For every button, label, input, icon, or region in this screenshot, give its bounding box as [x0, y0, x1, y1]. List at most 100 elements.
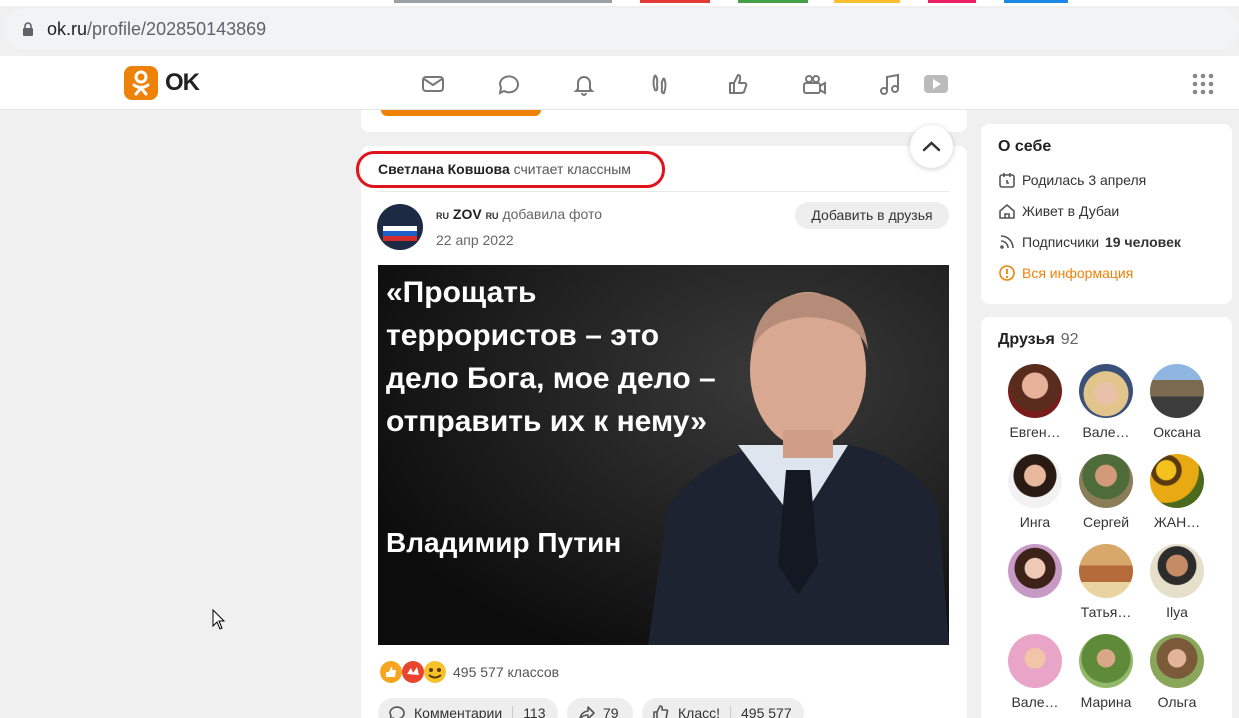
birthday-text: Родилась 3 апреля: [1022, 172, 1147, 188]
friend-name: ЖАН…: [1153, 514, 1201, 530]
previous-card-button[interactable]: [381, 110, 541, 116]
friend-item[interactable]: Инга: [999, 454, 1071, 530]
mouse-cursor-icon: [212, 609, 226, 630]
avatar: [1079, 544, 1133, 598]
url-text[interactable]: ok.ru/profile/202850143869: [47, 19, 266, 40]
lives-row: Живет в Дубаи: [998, 202, 1119, 220]
like-icon: [653, 705, 669, 718]
guests-icon[interactable]: [646, 70, 674, 98]
friends-heading[interactable]: Друзья 92: [998, 331, 1079, 349]
class-label: Класс!: [678, 705, 720, 718]
friend-name: Ольга: [1157, 694, 1197, 710]
comment-icon: [389, 706, 405, 718]
avatar: [1150, 544, 1204, 598]
like-icon[interactable]: [724, 70, 752, 98]
avatar: [1008, 544, 1062, 598]
post-photo[interactable]: «Прощать террористов – это дело Бога, мо…: [378, 265, 949, 645]
comments-label: Комментарии: [414, 705, 503, 718]
scroll-up-button[interactable]: [910, 125, 953, 168]
avatar: [1079, 454, 1133, 508]
all-info-text: Вся информация: [1022, 265, 1134, 281]
chat-icon[interactable]: [495, 70, 523, 98]
class-button[interactable]: Класс! 495 577: [642, 698, 804, 718]
friends-title: Друзья: [998, 331, 1055, 348]
birthday-row: Родилась 3 апреля: [998, 171, 1146, 189]
subscribers-row[interactable]: Подписчики 19 человек: [998, 233, 1181, 251]
friend-name: Вале…: [1082, 424, 1130, 440]
comments-button[interactable]: Комментарии 113: [378, 698, 558, 718]
friends-card: Друзья 92 Евген… Вале… Оксана Инга Сергей…: [981, 317, 1232, 718]
class-count[interactable]: 495 577 классов: [453, 664, 559, 680]
bell-icon[interactable]: [570, 70, 598, 98]
site-header: OK: [0, 56, 1239, 110]
reaction-icons[interactable]: [379, 660, 449, 684]
friend-name: Оксана: [1153, 424, 1201, 440]
red-highlight-annotation: [356, 151, 665, 188]
divider: [378, 191, 949, 192]
friend-name: Татья…: [1080, 604, 1132, 620]
grid-icon[interactable]: [1191, 72, 1215, 96]
video-play-icon[interactable]: [922, 70, 950, 98]
tab-hint[interactable]: [640, 0, 710, 3]
music-icon[interactable]: [876, 70, 904, 98]
friend-name: Ilya: [1166, 604, 1188, 620]
comments-count: 113: [523, 705, 546, 718]
tab-hint[interactable]: [394, 0, 612, 3]
friend-item[interactable]: Ольга: [1141, 634, 1213, 710]
rss-icon: [1000, 235, 1014, 249]
tab-hint[interactable]: [1004, 0, 1068, 3]
quote-text: «Прощать террористов – это дело Бога, мо…: [386, 276, 716, 438]
browser-tab-strip: [0, 0, 1239, 6]
about-card: О себе Родилась 3 апреля Живет в Дубаи П…: [981, 124, 1232, 304]
avatar: [1079, 364, 1133, 418]
chevron-up-icon: [922, 141, 941, 152]
friend-item[interactable]: Марина: [1070, 634, 1142, 710]
author-flag-left: RU: [436, 211, 449, 221]
address-bar[interactable]: ok.ru/profile/202850143869: [4, 8, 1239, 50]
url-path: /profile/202850143869: [87, 19, 267, 39]
post-date[interactable]: 22 апр 2022: [436, 232, 514, 248]
tab-hint[interactable]: [738, 0, 808, 3]
tab-hint[interactable]: [834, 0, 900, 3]
logo-wordmark[interactable]: OK: [165, 69, 200, 97]
avatar: [1079, 634, 1133, 688]
shares-count: 79: [603, 705, 619, 718]
friend-name: Сергей: [1082, 514, 1130, 530]
friend-item[interactable]: [999, 544, 1071, 604]
previous-feed-card: [361, 110, 967, 132]
tab-hint[interactable]: [928, 0, 976, 3]
friend-name: Евген…: [1009, 424, 1061, 440]
friend-item[interactable]: Вале…: [999, 634, 1071, 710]
friend-item[interactable]: Татья…: [1070, 544, 1142, 620]
friend-item[interactable]: Оксана: [1141, 364, 1213, 440]
lock-icon: [23, 22, 33, 36]
info-icon: [999, 265, 1015, 281]
friend-name: Вале…: [1011, 694, 1059, 710]
friend-name: Инга: [1019, 514, 1051, 530]
author-avatar[interactable]: [377, 204, 423, 250]
friend-item[interactable]: ЖАН…: [1141, 454, 1213, 530]
quote-author: Владимир Путин: [386, 527, 622, 558]
friend-item[interactable]: Ilya: [1141, 544, 1213, 620]
author-name[interactable]: ZOV: [453, 206, 482, 222]
author-flag-right: RU: [485, 211, 499, 221]
share-icon: [579, 706, 595, 718]
avatar: [1008, 364, 1062, 418]
all-info-link[interactable]: Вся информация: [998, 264, 1133, 282]
video-camera-icon[interactable]: [800, 70, 828, 98]
url-host: ok.ru: [47, 19, 88, 39]
ok-logo-icon[interactable]: [124, 66, 158, 100]
subscribers-label: Подписчики: [1022, 234, 1100, 250]
avatar: [1150, 364, 1204, 418]
mail-icon[interactable]: [419, 70, 447, 98]
add-friend-button[interactable]: Добавить в друзья: [795, 202, 949, 229]
lives-text: Живет в Дубаи: [1022, 203, 1120, 219]
friend-item[interactable]: Вале…: [1070, 364, 1142, 440]
share-button[interactable]: 79: [567, 698, 633, 718]
avatar: [1150, 454, 1204, 508]
friend-item[interactable]: Сергей: [1070, 454, 1142, 530]
friend-item[interactable]: Евген…: [999, 364, 1071, 440]
avatar: [1008, 634, 1062, 688]
author-action: добавила фото: [502, 206, 603, 222]
friend-name: Марина: [1080, 694, 1132, 710]
